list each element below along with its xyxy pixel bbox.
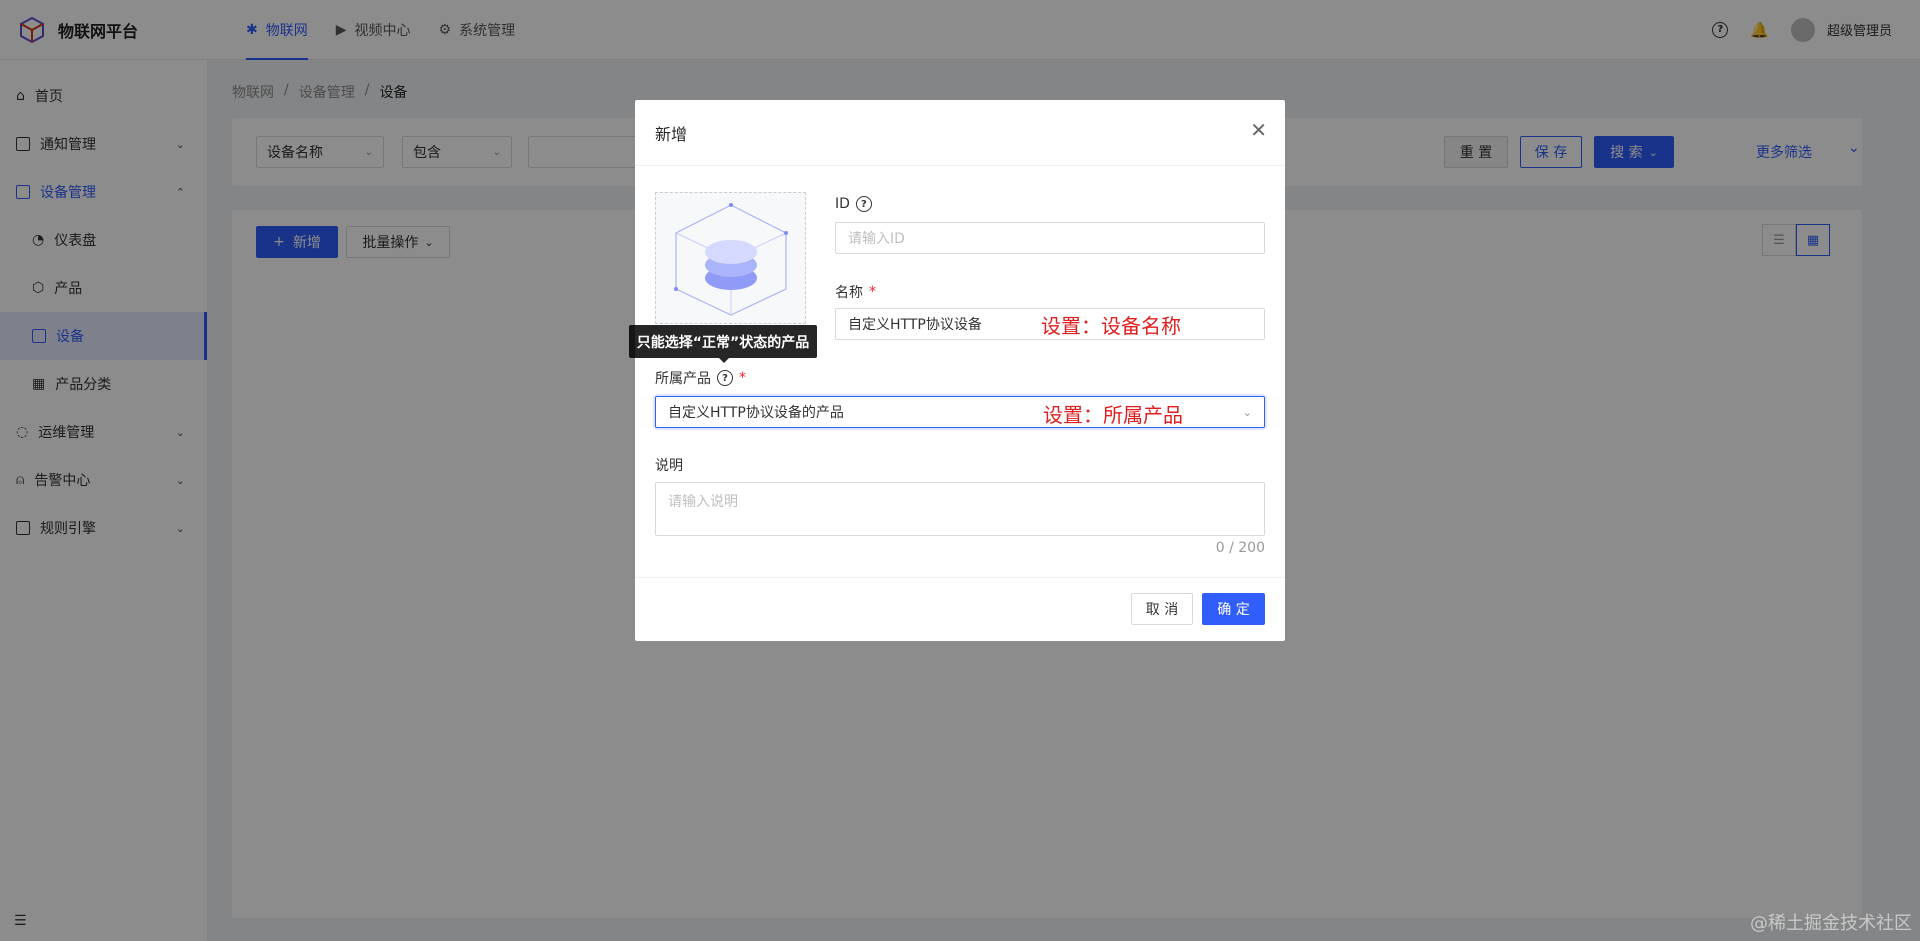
cancel-button[interactable]: 取 消 — [1131, 593, 1193, 625]
desc-label-text: 说明 — [655, 458, 683, 474]
product-select-value: 自定义HTTP协议设备的产品 — [668, 405, 844, 421]
product-tooltip: 只能选择“正常”状态的产品 — [629, 325, 817, 363]
product-label-text: 所属产品 — [655, 371, 711, 387]
name-label: 名称 * — [835, 282, 876, 302]
modal-footer: 取 消 确 定 — [635, 577, 1285, 641]
device-image-upload[interactable] — [655, 192, 806, 324]
name-annotation: 设置：设备名称 — [1041, 314, 1181, 338]
close-icon[interactable]: ✕ — [1250, 118, 1267, 142]
name-label-text: 名称 — [835, 285, 863, 301]
desc-label: 说明 — [655, 455, 683, 475]
ok-button[interactable]: 确 定 — [1202, 593, 1265, 625]
watermark: @稀土掘金技术社区 — [1750, 913, 1912, 934]
required-mark: * — [739, 370, 746, 386]
id-input[interactable]: 请输入ID — [835, 222, 1265, 254]
chevron-down-icon: ⌄ — [1242, 405, 1252, 419]
name-input-value: 自定义HTTP协议设备 — [848, 317, 982, 333]
product-label: 所属产品? * — [655, 368, 746, 388]
question-icon[interactable]: ? — [717, 370, 733, 386]
add-device-modal: 新增 ✕ ID? 请输入ID 名称 * 自定义HTTP协议设备 设置：设备名称 所… — [635, 100, 1285, 641]
product-annotation: 设置：所属产品 — [1043, 403, 1183, 427]
desc-textarea[interactable]: 请输入说明 — [655, 482, 1265, 536]
modal-title: 新增 — [655, 124, 688, 144]
desc-counter: 0 / 200 — [1215, 540, 1265, 556]
id-label-text: ID — [835, 196, 850, 212]
modal-header: 新增 — [635, 100, 1285, 166]
required-mark: * — [869, 284, 876, 300]
id-label: ID? — [835, 196, 872, 212]
question-icon[interactable]: ? — [855, 196, 872, 212]
device-image-placeholder — [674, 203, 788, 316]
